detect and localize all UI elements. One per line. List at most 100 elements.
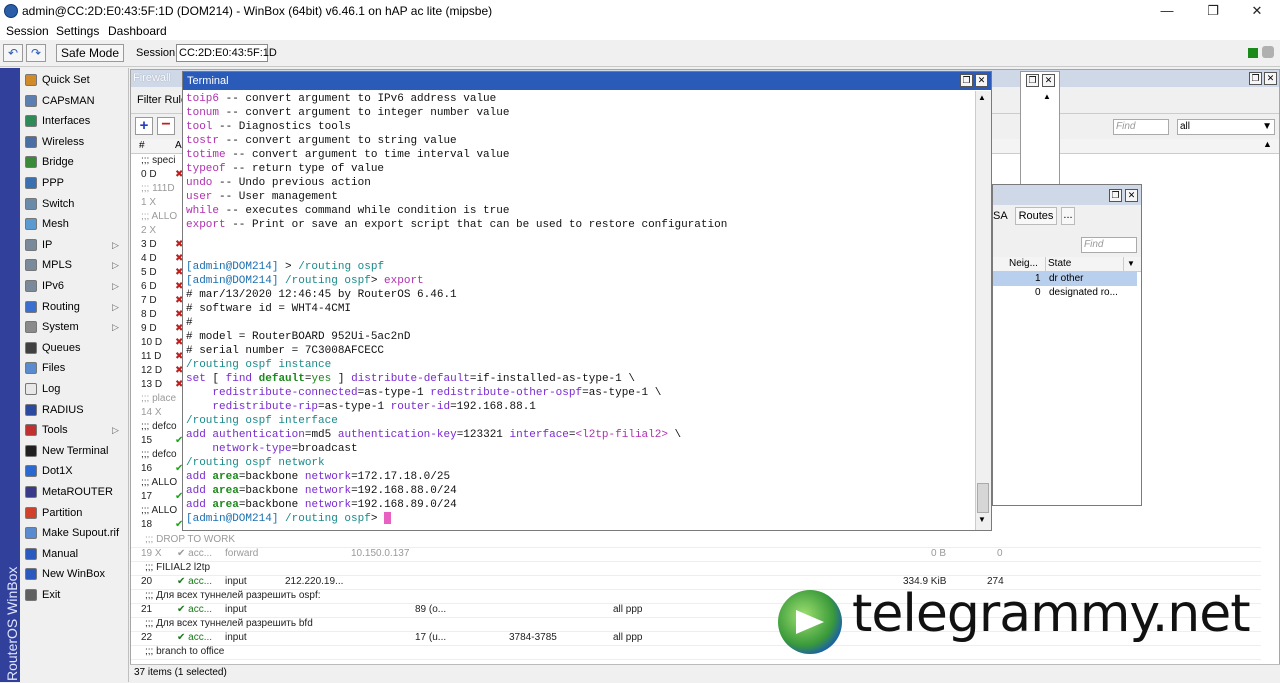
undo-button[interactable]: ↶	[3, 44, 23, 62]
table-row[interactable]: 0 D	[141, 169, 157, 180]
ospf-row[interactable]: 0 designated ro...	[993, 286, 1137, 300]
terminal-close-button[interactable]: ✕	[975, 74, 988, 87]
table-row[interactable]: ;;; defco	[141, 421, 177, 432]
menu-session[interactable]: Session	[6, 24, 49, 38]
table-row[interactable]: ;;; defco	[141, 449, 177, 460]
terminal-token: -- convert argument to integer number va…	[219, 107, 510, 119]
ospf-restore-button[interactable]: ❐	[1109, 189, 1122, 202]
sidebar-item-queues[interactable]: Queues	[20, 338, 128, 358]
table-row[interactable]: 3 D	[141, 239, 157, 250]
table-row[interactable]: 6 D	[141, 281, 157, 292]
table-row[interactable]: ;;; ALLO	[141, 477, 177, 488]
table-row[interactable]: 13 D	[141, 379, 162, 390]
table-row[interactable]: ;;; ALLO	[141, 505, 177, 516]
table-row[interactable]: 14 X	[141, 407, 162, 418]
close-button[interactable]: ✕	[1234, 0, 1280, 22]
ospf-find-input[interactable]: Find	[1081, 237, 1137, 253]
session-field[interactable]: CC:2D:E0:43:5F:1D	[176, 44, 277, 62]
sidebar-item-ipv6[interactable]: IPv6 ▷	[20, 276, 128, 296]
table-row[interactable]: ;;; DROP TO WORK	[131, 533, 1261, 548]
minimize-button[interactable]: —	[1144, 0, 1190, 22]
sidebar-item-radius[interactable]: RADIUS	[20, 400, 128, 420]
sidebar-item-manual[interactable]: Manual	[20, 544, 128, 564]
sidebar-item-dot1x[interactable]: Dot1X	[20, 461, 128, 481]
table-row[interactable]: 16	[141, 463, 152, 474]
table-row[interactable]: 15	[141, 435, 152, 446]
table-row[interactable]: 4 D	[141, 253, 157, 264]
table-row[interactable]: 9 D	[141, 323, 157, 334]
table-row[interactable]: ;;; 111D	[141, 183, 175, 194]
table-row[interactable]: 7 D	[141, 295, 157, 306]
sidebar-item-new-winbox[interactable]: New WinBox	[20, 564, 128, 584]
bg-window-close-button[interactable]: ✕	[1042, 74, 1055, 87]
terminal-token: network	[304, 499, 352, 511]
ospf-close-button[interactable]: ✕	[1125, 189, 1138, 202]
table-row[interactable]: 11 D	[141, 351, 161, 362]
table-row[interactable]: 18	[141, 519, 152, 530]
table-row[interactable]: ;;; FILIAL2 l2tp	[131, 561, 1261, 576]
sidebar-item-capsman[interactable]: CAPsMAN	[20, 91, 128, 111]
sidebar-item-interfaces[interactable]: Interfaces	[20, 111, 128, 131]
sidebar-item-bridge[interactable]: Bridge	[20, 152, 128, 172]
sidebar-item-make-supout-rif[interactable]: Make Supout.rif	[20, 523, 128, 543]
table-row[interactable]: 8 D	[141, 309, 157, 320]
sidebar-item-metarouter[interactable]: MetaROUTER	[20, 482, 128, 502]
terminal-token: redistribute-rip	[212, 401, 319, 413]
sidebar-item-partition[interactable]: Partition	[20, 503, 128, 523]
sidebar-item-switch[interactable]: Switch	[20, 194, 128, 214]
sidebar-item-tools[interactable]: Tools ▷	[20, 420, 128, 440]
safe-mode-button[interactable]: Safe Mode	[56, 44, 124, 62]
table-row[interactable]: 17	[141, 491, 152, 502]
terminal-scroll-up-icon[interactable]: ▲	[978, 93, 986, 102]
menu-settings[interactable]: Settings	[56, 24, 99, 38]
terminal-restore-button[interactable]: ❐	[960, 74, 973, 87]
tab-routes[interactable]: Routes	[1015, 207, 1057, 225]
terminal-token: \	[667, 429, 682, 441]
ospf-row[interactable]: 1 dr other	[993, 272, 1137, 286]
terminal-scroll-down-icon[interactable]: ▼	[978, 515, 986, 524]
sidebar-item-system[interactable]: System ▷	[20, 317, 128, 337]
terminal-scrollbar[interactable]: ▲ ▼	[975, 91, 991, 530]
table-row[interactable]: 12 D	[141, 365, 162, 376]
sidebar-item-label: MPLS	[42, 259, 72, 272]
table-row[interactable]: 2 X	[141, 225, 156, 236]
table-row[interactable]: ;;; place	[141, 393, 176, 404]
switch-icon	[25, 197, 37, 210]
terminal-token: authentication-key	[337, 429, 457, 441]
sidebar-item-routing[interactable]: Routing ▷	[20, 297, 128, 317]
table-row[interactable]: 1 X	[141, 197, 156, 208]
ospf-row-count: 1	[1035, 273, 1041, 284]
sidebar-item-wireless[interactable]: Wireless	[20, 132, 128, 152]
maximize-button[interactable]: ❐	[1190, 0, 1236, 22]
ospf-column-chevron-down-icon[interactable]: ▼	[1123, 257, 1138, 271]
terminal-scroll-thumb[interactable]	[977, 483, 989, 513]
col-neighbors[interactable]: Neig...	[1009, 258, 1038, 269]
tab-more[interactable]: ...	[1061, 207, 1075, 225]
terminal-line: /routing ospf interface	[184, 414, 974, 428]
sidebar-item-mesh[interactable]: Mesh	[20, 214, 128, 234]
table-row[interactable]: 10 D	[141, 337, 162, 348]
sidebar-item-new-terminal[interactable]: New Terminal	[20, 441, 128, 461]
sidebar-item-quick-set[interactable]: Quick Set	[20, 70, 128, 90]
tab-lsa[interactable]: SA	[993, 210, 1008, 222]
table-row[interactable]: ;;; ALLO	[141, 211, 177, 222]
bg-window-restore-button[interactable]: ❐	[1026, 74, 1039, 87]
sidebar-item-log[interactable]: Log	[20, 379, 128, 399]
sidebar-item-exit[interactable]: Exit	[20, 585, 128, 605]
table-row[interactable]: ;;; branch to office	[131, 645, 1261, 660]
sidebar-item-ip[interactable]: IP ▷	[20, 235, 128, 255]
table-row[interactable]: ;;; speci	[141, 155, 175, 166]
bg-window-scroll-up-icon[interactable]: ▲	[1043, 92, 1051, 101]
table-row[interactable]: 5 D	[141, 267, 157, 278]
tools-icon	[25, 424, 37, 437]
terminal-output[interactable]: toip6 -- convert argument to IPv6 addres…	[184, 92, 974, 530]
sidebar-item-mpls[interactable]: MPLS ▷	[20, 255, 128, 275]
col-state[interactable]: State	[1048, 258, 1071, 269]
terminal-line: [admin@DOM214] > /routing ospf	[184, 260, 974, 274]
sidebar-item-files[interactable]: Files	[20, 358, 128, 378]
table-row[interactable]: 19 X ✔ acc... forward 10.150.0.137 0 B 0	[131, 547, 1261, 562]
sidebar-item-ppp[interactable]: PPP	[20, 173, 128, 193]
menu-dashboard[interactable]: Dashboard	[108, 24, 167, 38]
redo-button[interactable]: ↷	[26, 44, 46, 62]
connection-status-icon	[1248, 48, 1258, 58]
